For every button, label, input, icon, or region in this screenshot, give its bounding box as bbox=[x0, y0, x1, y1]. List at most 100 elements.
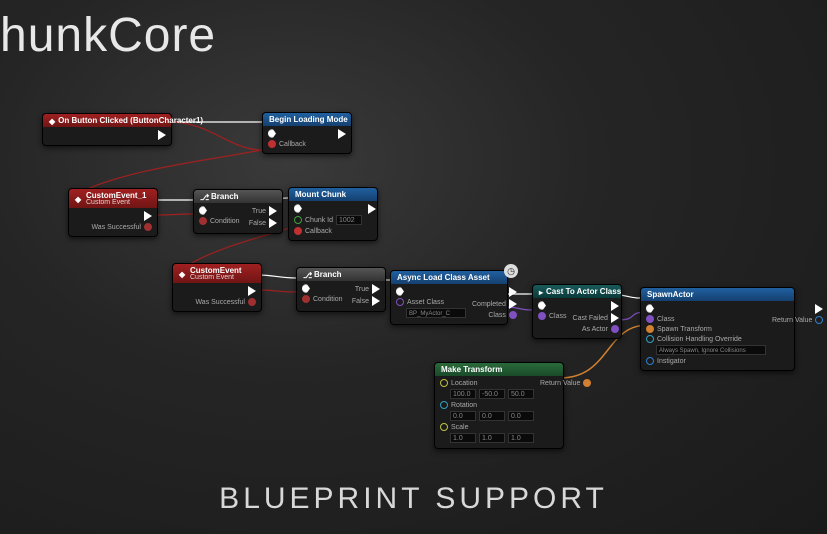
exec-in-pin[interactable] bbox=[396, 287, 466, 296]
event-icon: ◆ bbox=[49, 117, 55, 125]
node-title: Make Transform bbox=[441, 365, 502, 374]
class-in-pin[interactable]: Class bbox=[538, 312, 567, 320]
pin-label: Cast Failed bbox=[573, 315, 608, 322]
condition-pin[interactable]: Condition bbox=[199, 217, 240, 225]
node-custom-event-1[interactable]: ◆ CustomEvent_1 Custom Event Was Success… bbox=[68, 188, 158, 237]
pin-label: As Actor bbox=[582, 326, 608, 333]
true-pin[interactable]: True bbox=[355, 284, 380, 294]
exec-in-pin[interactable] bbox=[302, 284, 343, 293]
node-spawn-actor[interactable]: SpawnActor Class Spawn Transform Collisi… bbox=[640, 287, 795, 371]
loc-x-input[interactable]: 100.0 bbox=[450, 389, 476, 399]
node-branch-1[interactable]: ⎇ Branch Condition True False bbox=[193, 189, 283, 234]
rot-y-input[interactable]: 0.0 bbox=[479, 411, 505, 421]
location-pin[interactable]: Location bbox=[440, 379, 534, 387]
pin-label: Was Successful bbox=[195, 299, 245, 306]
node-header: ▸ Cast To Actor Class bbox=[533, 285, 621, 298]
node-header: ◆ CustomEvent Custom Event bbox=[173, 264, 261, 283]
as-actor-pin[interactable]: As Actor bbox=[582, 325, 619, 333]
node-title: Branch bbox=[314, 270, 342, 279]
exec-out-pin[interactable] bbox=[368, 204, 376, 214]
node-make-transform[interactable]: Make Transform Location 100.0 -50.0 50.0… bbox=[434, 362, 564, 449]
pin-label: Was Successful bbox=[91, 224, 141, 231]
rot-x-input[interactable]: 0.0 bbox=[450, 411, 476, 421]
exec-out-pin[interactable] bbox=[158, 130, 166, 140]
condition-pin[interactable]: Condition bbox=[302, 295, 343, 303]
scale-pin[interactable]: Scale bbox=[440, 423, 534, 431]
node-title: SpawnActor bbox=[647, 290, 694, 299]
node-header: ◆ On Button Clicked (ButtonCharacter1) bbox=[43, 114, 171, 127]
scale-inputs[interactable]: 1.0 1.0 1.0 bbox=[440, 433, 534, 443]
chunk-id-input[interactable]: 1002 bbox=[336, 215, 362, 225]
pin-label: Location bbox=[451, 380, 477, 387]
node-custom-event-2[interactable]: ◆ CustomEvent Custom Event Was Successfu… bbox=[172, 263, 262, 312]
node-on-button-clicked[interactable]: ◆ On Button Clicked (ButtonCharacter1) bbox=[42, 113, 172, 146]
false-pin[interactable]: False bbox=[352, 296, 380, 306]
node-branch-2[interactable]: ⎇ Branch Condition True False bbox=[296, 267, 386, 312]
node-header: ⎇ Branch bbox=[194, 190, 282, 203]
branch-icon: ⎇ bbox=[303, 271, 311, 279]
node-header: ⎇ Branch bbox=[297, 268, 385, 281]
blueprint-canvas[interactable]: ◆ On Button Clicked (ButtonCharacter1) B… bbox=[0, 0, 827, 534]
pin-label: False bbox=[249, 220, 266, 227]
node-subtitle: Custom Event bbox=[86, 199, 146, 206]
true-pin[interactable]: True bbox=[252, 206, 277, 216]
instigator-pin[interactable]: Instigator bbox=[646, 357, 766, 365]
pin-label: Condition bbox=[210, 218, 240, 225]
exec-in-pin[interactable] bbox=[199, 206, 240, 215]
collision-pin[interactable]: Collision Handling Override bbox=[646, 335, 766, 343]
rotation-pin[interactable]: Rotation bbox=[440, 401, 534, 409]
class-out-pin[interactable]: Class bbox=[488, 311, 517, 319]
pin-label: Asset Class bbox=[407, 299, 444, 306]
pin-label: Class bbox=[488, 312, 506, 319]
asset-class-value[interactable]: BP_MyActor_C bbox=[396, 308, 466, 318]
exec-in-pin[interactable] bbox=[268, 129, 306, 138]
pin-label: Callback bbox=[305, 228, 332, 235]
collision-select[interactable]: Always Spawn, Ignore Collisions bbox=[646, 345, 766, 355]
was-successful-pin[interactable]: Was Successful bbox=[91, 223, 152, 231]
node-mount-chunk[interactable]: Mount Chunk Chunk Id1002 Callback bbox=[288, 187, 378, 241]
pin-label: Return Value bbox=[772, 317, 812, 324]
pin-label: False bbox=[352, 298, 369, 305]
return-value-pin[interactable]: Return Value bbox=[772, 316, 823, 324]
node-async-load-class[interactable]: Async Load Class Asset Asset Class BP_My… bbox=[390, 270, 508, 325]
false-pin[interactable]: False bbox=[249, 218, 277, 228]
return-value-pin[interactable]: Return Value bbox=[540, 379, 591, 387]
exec-in-pin[interactable] bbox=[538, 301, 567, 310]
pin-label: Class bbox=[549, 313, 567, 320]
pin-label: Condition bbox=[313, 296, 343, 303]
asset-class-pin[interactable]: Asset Class bbox=[396, 298, 466, 306]
rot-z-input[interactable]: 0.0 bbox=[508, 411, 534, 421]
exec-out-pin[interactable] bbox=[144, 211, 152, 221]
spawn-transform-pin[interactable]: Spawn Transform bbox=[646, 325, 766, 333]
completed-pin[interactable]: Completed bbox=[472, 299, 517, 309]
loc-z-input[interactable]: 50.0 bbox=[508, 389, 534, 399]
location-inputs[interactable]: 100.0 -50.0 50.0 bbox=[440, 389, 534, 399]
was-successful-pin[interactable]: Was Successful bbox=[195, 298, 256, 306]
exec-out-pin[interactable] bbox=[248, 286, 256, 296]
scale-y-input[interactable]: 1.0 bbox=[479, 433, 505, 443]
latent-clock-icon: ◷ bbox=[504, 264, 518, 278]
pin-label: Instigator bbox=[657, 358, 686, 365]
exec-out-pin[interactable] bbox=[815, 304, 823, 314]
exec-in-pin[interactable] bbox=[646, 304, 766, 313]
scale-x-input[interactable]: 1.0 bbox=[450, 433, 476, 443]
callback-pin[interactable]: Callback bbox=[268, 140, 306, 148]
pin-label: True bbox=[355, 286, 369, 293]
node-header: Make Transform bbox=[435, 363, 563, 376]
exec-out-pin[interactable] bbox=[509, 287, 517, 297]
pin-label: Class bbox=[657, 316, 675, 323]
pin-label: Callback bbox=[279, 141, 306, 148]
node-begin-loading-mode[interactable]: Begin Loading Mode Callback bbox=[262, 112, 352, 154]
scale-z-input[interactable]: 1.0 bbox=[508, 433, 534, 443]
node-header: Mount Chunk bbox=[289, 188, 377, 201]
chunk-id-pin[interactable]: Chunk Id1002 bbox=[294, 215, 362, 225]
exec-in-pin[interactable] bbox=[294, 204, 362, 213]
loc-y-input[interactable]: -50.0 bbox=[479, 389, 505, 399]
callback-pin[interactable]: Callback bbox=[294, 227, 362, 235]
exec-out-pin[interactable] bbox=[611, 301, 619, 311]
class-in-pin[interactable]: Class bbox=[646, 315, 766, 323]
node-cast-to-actor[interactable]: ▸ Cast To Actor Class Class Cast Failed … bbox=[532, 284, 622, 339]
exec-out-pin[interactable] bbox=[338, 129, 346, 139]
cast-failed-pin[interactable]: Cast Failed bbox=[573, 313, 619, 323]
rotation-inputs[interactable]: 0.0 0.0 0.0 bbox=[440, 411, 534, 421]
